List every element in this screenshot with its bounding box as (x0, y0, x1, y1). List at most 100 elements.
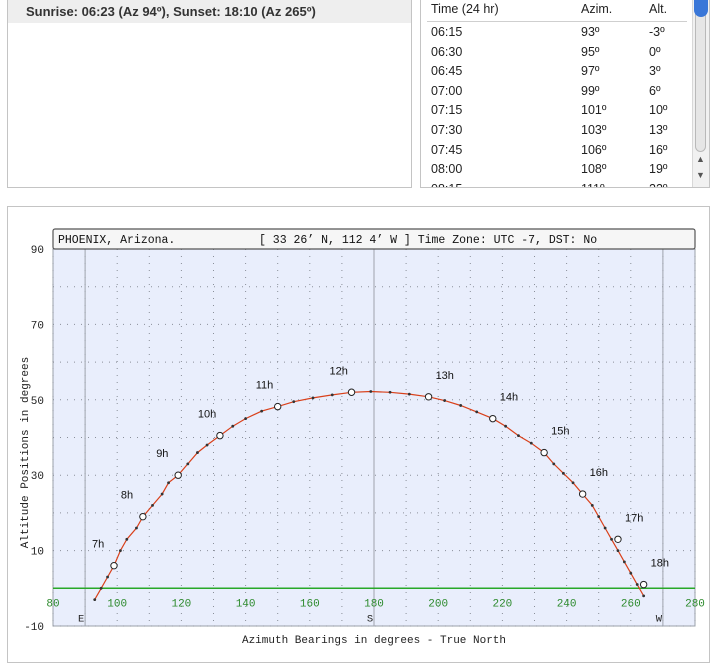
cell-azimuth: 111º (581, 182, 605, 187)
hour-marker (274, 402, 282, 411)
hour-label: 14h (500, 392, 518, 404)
sun-path-point (388, 390, 392, 394)
x-tick-label: 160 (300, 598, 320, 610)
sun-path-point (260, 409, 264, 413)
sun-path-point (160, 492, 164, 496)
scroll-down-arrow-icon[interactable]: ▼ (696, 170, 705, 180)
cell-time: 08:00 (431, 162, 463, 177)
sun-path-point (635, 583, 639, 586)
scrollbar-thumb-highlight (694, 0, 708, 17)
sun-path-point (119, 549, 122, 552)
hour-marker (216, 431, 224, 440)
hour-label: 7h (92, 539, 104, 551)
compass-label: E (78, 613, 84, 625)
cell-time: 07:45 (431, 142, 463, 157)
sun-path-point (196, 451, 199, 454)
sun-path-point (369, 390, 373, 393)
sun-path-point (529, 441, 533, 445)
header-altitude: Alt. (649, 2, 668, 16)
hour-marker (614, 535, 622, 543)
sun-path-point (231, 424, 235, 428)
header-azimuth: Azim. (581, 2, 613, 16)
table-row: 06:15 93º -3º (427, 22, 687, 42)
y-tick-label: 10 (31, 547, 44, 559)
hour-marker (489, 414, 497, 423)
sun-info-panel: Sunrise: 06:23 (Az 94º), Sunset: 18:10 (… (7, 0, 412, 188)
sunrise-sunset-text: Sunrise: 06:23 (Az 94º), Sunset: 18:10 (… (8, 0, 411, 23)
hour-marker (578, 490, 587, 498)
cell-time: 07:15 (431, 103, 463, 118)
hour-marker (540, 448, 548, 457)
compass-label: W (656, 613, 663, 625)
sun-path-point (517, 434, 520, 438)
y-tick-label: 90 (31, 245, 44, 257)
hour-label: 17h (625, 512, 643, 524)
sun-path-point (311, 396, 315, 400)
sun-path-point (135, 526, 138, 530)
cell-altitude: 19º (649, 162, 668, 177)
hour-label: 18h (651, 558, 669, 570)
hour-marker (639, 580, 648, 589)
x-tick-label: 220 (492, 598, 512, 610)
hour-marker (110, 561, 118, 570)
sun-path-point (205, 443, 209, 447)
x-tick-label: 180 (364, 598, 384, 610)
cell-azimuth: 106º (581, 142, 607, 157)
hour-marker (347, 388, 356, 396)
y-tick-label: 70 (31, 320, 44, 332)
chart-title: PHOENIX, Arizona. (58, 234, 175, 247)
cell-azimuth: 99º (581, 83, 600, 98)
cell-azimuth: 95º (581, 44, 600, 59)
x-tick-label: 80 (46, 598, 59, 610)
header-time: Time (24 hr) (431, 2, 499, 16)
cell-time: 06:45 (431, 64, 463, 79)
sun-path-point (292, 400, 296, 404)
sun-path-point (99, 586, 103, 590)
cell-altitude: 22º (649, 182, 667, 187)
table-row: 08:15 111º 22º (427, 179, 687, 187)
cell-altitude: 13º (649, 122, 668, 137)
table-row: 06:30 95º 0º (427, 42, 687, 62)
y-tick-label: 30 (31, 471, 44, 483)
chart-subtitle: [ 33 26’ N, 112 4’ W ] Time Zone: UTC -7… (259, 234, 597, 247)
hour-label: 13h (436, 370, 454, 382)
table-row: 06:45 97º 3º (427, 61, 687, 81)
sun-path-point (561, 471, 565, 475)
y-tick-label: 50 (31, 396, 44, 408)
cell-time: 06:30 (431, 44, 463, 59)
hour-label: 9h (156, 448, 168, 460)
x-tick-label: 260 (621, 598, 641, 610)
y-tick-label: -10 (24, 622, 44, 634)
cell-azimuth: 108º (581, 162, 607, 177)
scroll-up-arrow-icon[interactable]: ▲ (696, 154, 705, 164)
table-row: 07:15 101º 10º (427, 100, 687, 120)
table-row: 08:00 108º 19º (427, 159, 687, 179)
scrollbar-thumb[interactable] (695, 0, 706, 152)
x-tick-label: 240 (557, 598, 577, 610)
cell-altitude: -3º (649, 25, 665, 39)
hour-label: 8h (121, 490, 133, 502)
hour-marker (174, 471, 182, 479)
table-row: 07:30 103º 13º (427, 120, 687, 140)
hour-label: 15h (551, 426, 569, 438)
sun-path-point (244, 417, 248, 421)
cell-altitude: 16º (649, 142, 668, 157)
sun-path-point (407, 392, 411, 396)
sun-path-chart: PHOENIX, Arizona. [ 33 26’ N, 112 4’ W ] … (20, 228, 705, 647)
cell-altitude: 10º (649, 103, 668, 118)
cell-time: 07:30 (431, 122, 463, 137)
sun-path-point (629, 571, 633, 575)
sun-path-point (597, 515, 601, 519)
table-scrollbar[interactable]: ▲ ▼ (692, 0, 709, 187)
sun-path-point (504, 424, 508, 428)
sun-path-point (93, 598, 97, 602)
sun-path-point (151, 503, 154, 507)
cell-azimuth: 103º (581, 122, 607, 137)
sun-path-point (330, 393, 334, 397)
x-tick-label: 280 (685, 598, 705, 610)
sun-path-point (459, 404, 463, 407)
y-axis-label: Altitude Positions in degrees (20, 357, 32, 548)
cell-altitude: 3º (649, 64, 661, 79)
sun-path-point (552, 462, 556, 466)
table-row: 07:00 99º 6º (427, 81, 687, 101)
